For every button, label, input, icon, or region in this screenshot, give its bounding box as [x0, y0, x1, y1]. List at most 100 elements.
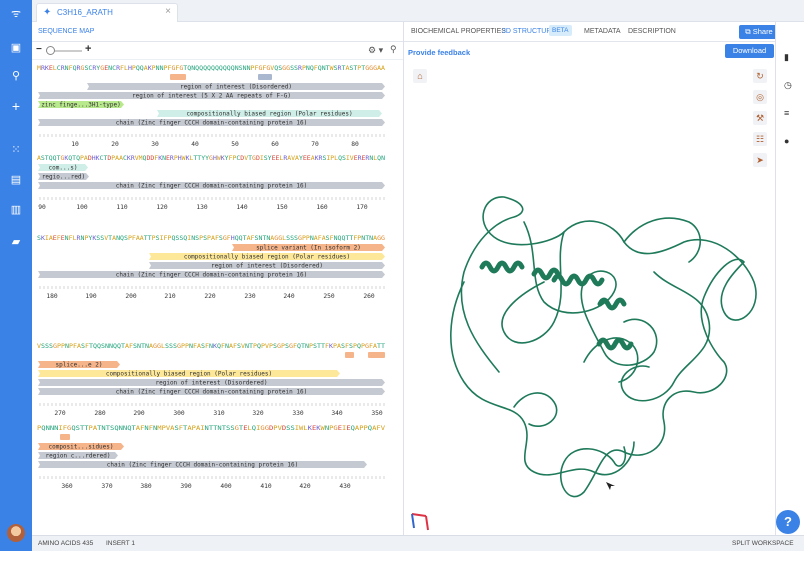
sequence-residues[interactable]: MRKELCRNFQRGSCRYGENCRFLHPQQAKPNNPFGFGTQN… — [37, 65, 385, 72]
history-icon[interactable]: ◷ — [784, 80, 792, 91]
feature-track[interactable]: splice...e 2) — [38, 361, 120, 369]
close-icon[interactable]: × — [165, 6, 171, 17]
feature-track[interactable]: region of interest (Disordered) — [149, 262, 385, 270]
ruler-label: 140 — [236, 204, 248, 211]
sequence-map-panel: SEQUENCE MAP − + ⚙ ▾ ⚲ MRKELCRNFQRGSCRYG… — [32, 22, 403, 535]
feature-track[interactable]: zinc finge...3H1-type) — [38, 101, 124, 109]
sequence-row: MRKELCRNFQRGSCRYGENCRFLHPQQAKPNNPFGFGTQN… — [37, 65, 385, 148]
feature-label: region of interest (5 X 2 AA repeats of … — [132, 93, 291, 100]
feature-marker[interactable] — [345, 352, 354, 358]
zoom-slider-handle[interactable] — [46, 46, 55, 55]
settings-gear-icon[interactable]: ⚙ ▾ — [368, 45, 383, 56]
feature-label: chain (Zinc finger CCCH domain-containin… — [116, 183, 307, 190]
feedback-link[interactable]: Provide feedback — [408, 48, 470, 57]
grid-icon[interactable]: ⁙ — [6, 142, 26, 158]
sequence-residues[interactable]: SKIAEFENFLRNPYKSSVTANQSPFAATTPSIFPQSSQIN… — [37, 235, 385, 242]
bookmark-icon[interactable]: ▮ — [784, 52, 789, 63]
zoom-in-button[interactable]: + — [85, 43, 91, 55]
database-icon[interactable]: ▤ — [6, 172, 26, 188]
feature-label: compositionally biased region (Polar res… — [184, 254, 350, 261]
target-icon[interactable]: ◎ — [753, 90, 767, 104]
ruler-label: 100 — [76, 204, 88, 211]
feature-track[interactable]: regio...red) — [38, 173, 89, 181]
ruler-label: 390 — [180, 483, 192, 490]
sequence-row: SKIAEFENFLRNPYKSSVTANQSPFAATTPSIFPQSSQIN… — [37, 235, 385, 300]
feature-track[interactable]: compositionally biased region (Polar res… — [38, 370, 340, 378]
feature-track[interactable]: region of interest (Disordered) — [38, 379, 385, 387]
sequence-map: MRKELCRNFQRGSCRYGENCRFLHPQQAKPNNPFGFGTQN… — [37, 65, 385, 490]
sequence-residues[interactable]: ASTQQTGKQTQPADHKCTDPAACKRVMQDDFKNERPHWKL… — [37, 155, 385, 162]
bar-chart-icon[interactable]: ▥ — [6, 202, 26, 218]
file-tab[interactable]: ✦ C3H16_ARATH × — [36, 3, 178, 22]
split-workspace-button[interactable]: SPLIT WORKSPACE — [732, 540, 794, 547]
feature-label: chain (Zinc finger CCCH domain-containin… — [116, 272, 307, 279]
feature-marker[interactable] — [368, 352, 385, 358]
tab-metadata[interactable]: METADATA — [584, 28, 621, 35]
feature-track[interactable]: chain (Zinc finger CCCH domain-containin… — [38, 119, 385, 127]
axes-gizmo-icon — [411, 513, 429, 531]
feature-label: splice...e 2) — [56, 362, 103, 369]
ruler-label: 180 — [46, 293, 58, 300]
ruler-label: 200 — [125, 293, 137, 300]
feature-marker[interactable] — [170, 74, 186, 80]
sequence-residues[interactable]: VSSSGPPNPFASFTQQSNNQQTAFSNTNAGGLSSSGPPNF… — [37, 343, 385, 350]
ruler-label: 360 — [61, 483, 73, 490]
folder-icon[interactable]: ▰ — [6, 234, 26, 250]
share-button[interactable]: ⧉ Share — [739, 25, 779, 39]
camera-icon[interactable]: ⌂ — [413, 69, 427, 83]
feature-track[interactable]: compositionally biased region (Polar res… — [149, 253, 385, 261]
sequence-residues[interactable]: PQNNNIFGQSTTPATNTSQNNQTAFNFNMPVASFTAPAIN… — [37, 425, 385, 432]
help-button[interactable]: ? — [776, 510, 800, 534]
ruler-label: 290 — [133, 410, 145, 417]
feature-track[interactable]: chain (Zinc finger CCCH domain-containin… — [38, 182, 385, 190]
feature-track[interactable]: com...s) — [38, 164, 88, 172]
feature-marker[interactable] — [60, 434, 70, 440]
feature-track[interactable]: compositionally biased region (Polar res… — [157, 110, 382, 118]
feature-marker[interactable] — [258, 74, 272, 80]
user-avatar[interactable] — [7, 524, 25, 542]
ruler-label: 50 — [231, 141, 239, 148]
protein-3d-viewer[interactable] — [404, 162, 775, 562]
amino-acid-count: AMINO ACIDS 435 — [38, 540, 94, 547]
zoom-out-button[interactable]: − — [36, 44, 42, 55]
feature-track[interactable]: region c...rdered) — [38, 452, 118, 460]
briefcase-icon[interactable]: ▣ — [6, 40, 26, 56]
ruler-label: 120 — [156, 204, 168, 211]
ruler-label: 320 — [252, 410, 264, 417]
sequence-panel-header: SEQUENCE MAP — [32, 22, 403, 42]
feature-label: chain (Zinc finger CCCH domain-containin… — [107, 462, 298, 469]
feature-track[interactable]: chain (Zinc finger CCCH domain-containin… — [38, 388, 385, 396]
layers-icon[interactable]: ☷ — [753, 132, 767, 146]
ruler-label: 60 — [271, 141, 279, 148]
info-icon[interactable]: ● — [784, 136, 789, 146]
rotate-icon[interactable]: ↻ — [753, 69, 767, 83]
ruler-label: 270 — [54, 410, 66, 417]
status-bar: AMINO ACIDS 435 INSERT 1 SPLIT WORKSPACE — [32, 535, 804, 551]
tab-description[interactable]: DESCRIPTION — [628, 28, 676, 35]
tab-3d-structure[interactable]: 3D STRUCTURE — [502, 28, 556, 35]
feature-label: com...s) — [49, 165, 78, 172]
zoom-toolbar: − + ⚙ ▾ ⚲ — [32, 42, 403, 60]
ruler-label: 150 — [276, 204, 288, 211]
ruler-label: 330 — [292, 410, 304, 417]
add-icon[interactable]: + — [6, 98, 26, 114]
feature-track[interactable]: chain (Zinc finger CCCH domain-containin… — [38, 461, 367, 469]
feature-track[interactable]: chain (Zinc finger CCCH domain-containin… — [38, 271, 385, 279]
wrench-icon[interactable]: ⚒ — [753, 111, 767, 125]
tab-biochemical-properties[interactable]: BIOCHEMICAL PROPERTIES — [411, 28, 506, 35]
ruler-label: 80 — [351, 141, 359, 148]
feature-track[interactable]: region of interest (Disordered) — [87, 83, 385, 91]
structure-panel: BIOCHEMICAL PROPERTIES 3D STRUCTURE BETA… — [404, 22, 798, 535]
search-icon[interactable]: ⚲ — [6, 68, 26, 84]
search-icon[interactable]: ⚲ — [390, 44, 397, 55]
jellyfish-logo-icon[interactable]: ᯤ — [6, 6, 26, 22]
ruler-label: 400 — [220, 483, 232, 490]
feature-track[interactable]: splice variant (In isoform 2) — [232, 244, 385, 252]
list-icon[interactable]: ≡ — [784, 108, 789, 118]
file-tab-title: C3H16_ARATH — [57, 8, 113, 17]
download-button[interactable]: Download — [725, 44, 774, 58]
feature-label: regio...red) — [42, 174, 85, 181]
feature-track[interactable]: composit...sidues) — [38, 443, 124, 451]
share-icon: ⧉ — [745, 27, 753, 36]
feature-track[interactable]: region of interest (5 X 2 AA repeats of … — [38, 92, 385, 100]
